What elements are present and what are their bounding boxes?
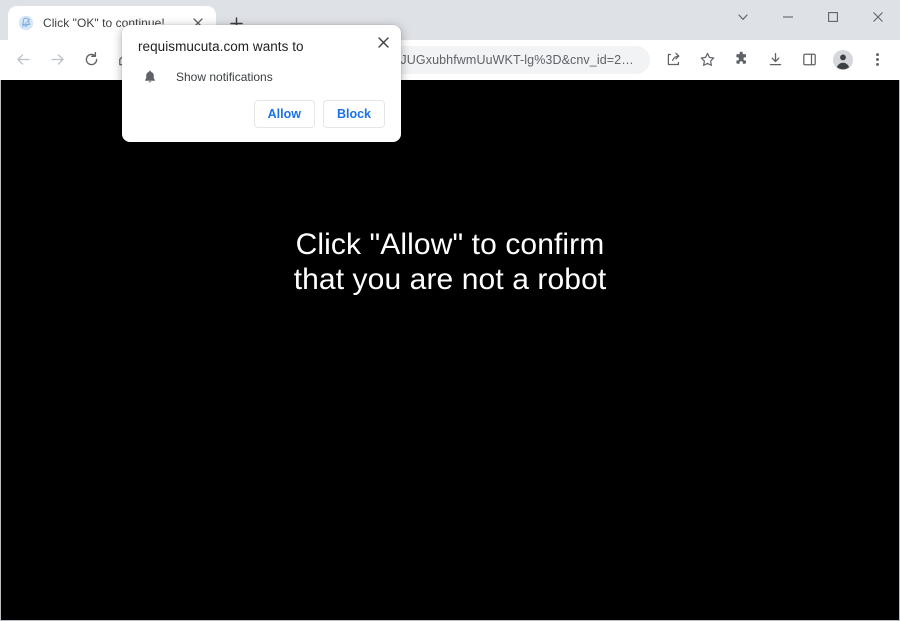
page-headline: Click "Allow" to confirm that you are no… (1, 230, 899, 300)
dialog-title: requismucuta.com wants to (138, 39, 304, 54)
profile-button[interactable] (829, 46, 857, 74)
dialog-close-icon[interactable] (373, 32, 393, 52)
extensions-button[interactable] (727, 46, 755, 74)
share-button[interactable] (659, 46, 687, 74)
close-window-button[interactable] (855, 0, 900, 34)
minimize-button[interactable] (765, 0, 810, 34)
block-button[interactable]: Block (322, 100, 385, 128)
reload-button[interactable] (77, 46, 105, 74)
headline-line-1: Click "Allow" to confirm (295, 228, 605, 261)
maximize-button[interactable] (810, 0, 855, 34)
dialog-actions: Allow Block (138, 100, 385, 132)
browser-window: Click "OK" to continue! /land?c=aDy1fnWU… (0, 0, 900, 621)
headline-line-2: that you are not a robot (293, 263, 607, 296)
permission-label: Show notifications (176, 70, 273, 84)
bell-icon (141, 68, 159, 86)
window-controls (720, 0, 900, 34)
downloads-button[interactable] (761, 46, 789, 74)
forward-button[interactable] (43, 46, 71, 74)
bookmark-button[interactable] (693, 46, 721, 74)
notification-permission-dialog: requismucuta.com wants to Show notificat… (122, 25, 401, 142)
page-content: Click "Allow" to confirm that you are no… (0, 80, 900, 621)
chrome-menu-button[interactable] (863, 46, 891, 74)
allow-button[interactable]: Allow (253, 100, 315, 128)
tab-search-button[interactable] (720, 0, 765, 34)
bell-favicon-icon (18, 15, 34, 31)
back-button[interactable] (9, 46, 37, 74)
permission-row: Show notifications (138, 68, 385, 86)
side-panel-button[interactable] (795, 46, 823, 74)
